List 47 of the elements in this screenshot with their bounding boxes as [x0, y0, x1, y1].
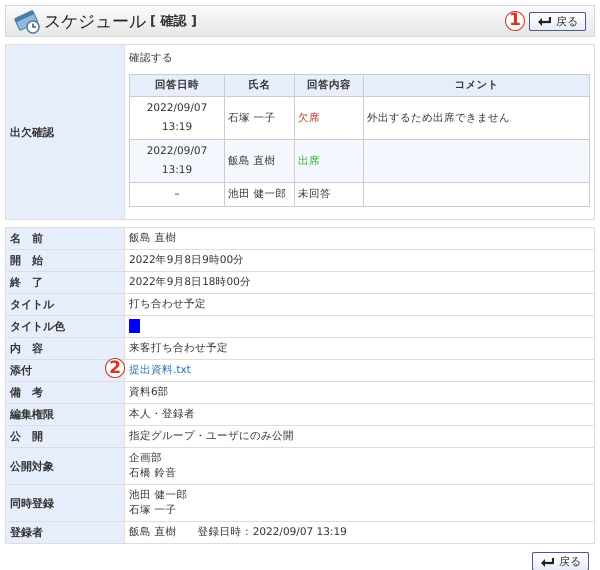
field-value: 飯島 直樹 [129, 231, 178, 246]
table-cell: 飯島 直樹 [224, 140, 294, 182]
column-header: 回答内容 [294, 74, 364, 96]
return-arrow-icon [537, 16, 551, 26]
confirm-text: 確認する [129, 51, 174, 66]
field-label: 終 了 [6, 272, 124, 294]
field-value: 指定グループ・ユーザにのみ公開 [129, 429, 295, 444]
table-cell: – [130, 182, 224, 206]
field-value: 池田 健一郎 [129, 488, 188, 503]
field-label: 編集権限 [6, 404, 124, 426]
page-subtitle: [ 確認 ] [150, 13, 197, 30]
column-header: 氏名 [224, 74, 294, 96]
field-value: 飯島 直樹 [129, 526, 176, 538]
column-header: 回答日時 [130, 74, 224, 96]
field-label: 開 始 [6, 250, 124, 272]
field-value: 2022年9月8日9時00分 [129, 253, 246, 268]
field-value: 本人・登録者 [129, 407, 196, 422]
back-button[interactable]: 戻る [529, 12, 586, 30]
field-value: 打ち合わせ予定 [129, 297, 207, 312]
back-button[interactable]: 戻る [532, 552, 589, 570]
field-value: 石橋 鈴音 [129, 466, 178, 481]
column-header: コメント [364, 74, 590, 96]
field-label: 名 前 [6, 228, 124, 250]
calendar-clock-icon [14, 8, 40, 34]
field-value: 登録日時：2022/09/07 13:19 [198, 526, 347, 538]
table-cell: 池田 健一郎 [224, 182, 294, 206]
field-value: 石塚 一子 [129, 503, 178, 518]
table-cell: 2022/09/07 13:19 [130, 140, 224, 182]
callout-marker: 1 [505, 10, 525, 30]
file-link[interactable]: 提出資料.txt [129, 364, 191, 376]
field-value: 企画部 [129, 451, 163, 466]
page-title: スケジュール [44, 10, 146, 32]
field-label: タイトル [6, 294, 124, 316]
field-label: 備 考 [6, 382, 124, 404]
table-cell: 出席 [294, 140, 364, 182]
field-label: 内 容 [6, 338, 124, 360]
field-value: 資料6部 [129, 385, 170, 400]
field-value: 来客打ち合わせ予定 [129, 341, 229, 356]
field-label: 登録者 [6, 522, 124, 544]
field-label: 出欠確認 [6, 44, 124, 220]
field-label: 公 開 [6, 426, 124, 448]
field-label: 公開対象 [6, 448, 124, 484]
field-label: 同時登録 [6, 484, 124, 522]
table-cell: 未回答 [294, 182, 364, 206]
return-arrow-icon [540, 556, 554, 566]
field-label: タイトル色 [6, 316, 124, 338]
field-value: 2022年9月8日18時00分 [129, 275, 252, 290]
